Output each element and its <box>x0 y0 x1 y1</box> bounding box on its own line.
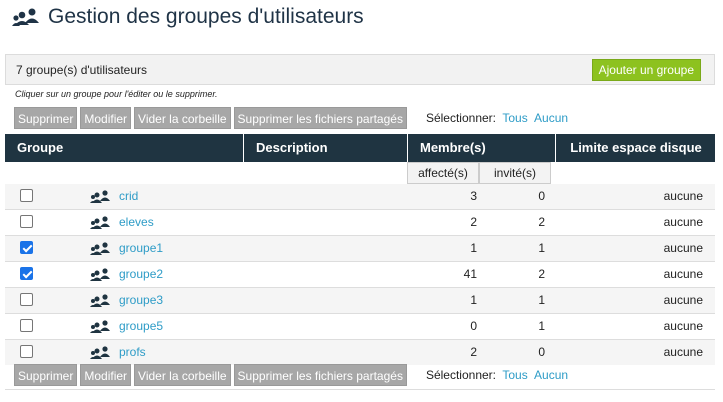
page-title: Gestion des groupes d'utilisateurs <box>48 5 364 28</box>
delete-shared-files-button[interactable]: Supprimer les fichiers partagés <box>233 107 407 129</box>
group-table-body: crid 3 0 aucune eleves 2 2 aucune groupe… <box>5 184 715 365</box>
row-checkbox[interactable] <box>20 345 33 358</box>
subheader-invites: invité(s) <box>479 162 551 184</box>
users-group-icon <box>90 294 110 307</box>
members-assigned: 41 <box>463 267 477 281</box>
delete-button[interactable]: Supprimer <box>14 107 78 129</box>
hint-text: Cliquer sur un groupe pour l'éditer ou l… <box>15 89 218 99</box>
members-assigned: 3 <box>470 189 477 203</box>
page-header: Gestion des groupes d'utilisateurs <box>12 4 364 30</box>
action-bar-top: Supprimer Modifier Vider la corbeille Su… <box>14 107 568 129</box>
users-group-icon <box>90 216 110 229</box>
members-assigned: 2 <box>470 345 477 359</box>
select-controls: Sélectionner: Tous Aucun <box>426 368 568 382</box>
users-group-icon <box>90 346 110 359</box>
table-row: eleves 2 2 aucune <box>5 210 715 236</box>
modify-button[interactable]: Modifier <box>80 107 132 129</box>
select-all-link[interactable]: Tous <box>502 111 527 125</box>
members-invited: 1 <box>538 241 545 255</box>
select-controls: Sélectionner: Tous Aucun <box>426 111 568 125</box>
members-invited: 0 <box>538 345 545 359</box>
row-checkbox[interactable] <box>20 293 33 306</box>
group-name-link[interactable]: groupe1 <box>119 241 163 255</box>
delete-button[interactable]: Supprimer <box>14 364 78 386</box>
members-invited: 2 <box>538 267 545 281</box>
select-label: Sélectionner: <box>425 368 496 382</box>
members-invited: 2 <box>538 215 545 229</box>
members-invited: 0 <box>538 189 545 203</box>
select-all-link[interactable]: Tous <box>502 368 527 382</box>
table-row: groupe2 41 2 aucune <box>5 262 715 288</box>
action-bar-bottom: Supprimer Modifier Vider la corbeille Su… <box>14 364 568 386</box>
members-invited: 1 <box>538 293 545 307</box>
users-group-icon <box>90 320 110 333</box>
group-name-link[interactable]: eleves <box>119 215 154 229</box>
row-checkbox[interactable] <box>20 189 33 202</box>
add-group-button[interactable]: Ajouter un groupe <box>591 59 701 81</box>
group-name-link[interactable]: groupe5 <box>119 319 163 333</box>
bottom-divider <box>5 389 715 390</box>
members-assigned: 0 <box>470 319 477 333</box>
disk-limit: aucune <box>663 319 703 333</box>
disk-limit: aucune <box>663 267 703 281</box>
disk-limit: aucune <box>663 189 703 203</box>
disk-limit: aucune <box>663 293 703 307</box>
members-assigned: 1 <box>470 293 477 307</box>
members-assigned: 2 <box>470 215 477 229</box>
empty-trash-button[interactable]: Vider la corbeille <box>134 107 231 129</box>
row-checkbox[interactable] <box>20 267 33 280</box>
group-name-link[interactable]: crid <box>119 189 138 203</box>
group-name-link[interactable]: groupe2 <box>119 267 163 281</box>
row-checkbox[interactable] <box>20 215 33 228</box>
group-name-link[interactable]: groupe3 <box>119 293 163 307</box>
header-description: Description <box>243 134 420 162</box>
users-group-icon <box>12 8 39 26</box>
disk-limit: aucune <box>663 215 703 229</box>
empty-trash-button[interactable]: Vider la corbeille <box>134 364 231 386</box>
summary-bar: 7 groupe(s) d'utilisateurs Ajouter un gr… <box>5 54 715 85</box>
group-name-link[interactable]: profs <box>119 345 146 359</box>
select-none-link[interactable]: Aucun <box>534 111 568 125</box>
header-groupe: Groupe <box>17 140 64 155</box>
select-none-link[interactable]: Aucun <box>534 368 568 382</box>
table-row: profs 2 0 aucune <box>5 340 715 365</box>
members-assigned: 1 <box>470 241 477 255</box>
table-row: groupe5 0 1 aucune <box>5 314 715 340</box>
members-invited: 1 <box>538 319 545 333</box>
table-row: crid 3 0 aucune <box>5 184 715 210</box>
users-group-icon <box>90 268 110 281</box>
subheader-affectes: affecté(s) <box>407 162 479 184</box>
table-row: groupe3 1 1 aucune <box>5 288 715 314</box>
modify-button[interactable]: Modifier <box>80 364 132 386</box>
disk-limit: aucune <box>663 345 703 359</box>
disk-limit: aucune <box>663 241 703 255</box>
table-header: Groupe Description Membre(s) Limite espa… <box>5 134 715 162</box>
table-row: groupe1 1 1 aucune <box>5 236 715 262</box>
group-count: 7 groupe(s) d'utilisateurs <box>16 63 148 77</box>
row-checkbox[interactable] <box>20 241 33 254</box>
header-limite: Limite espace disque <box>555 134 716 162</box>
select-label: Sélectionner: <box>425 111 496 125</box>
row-checkbox[interactable] <box>20 319 33 332</box>
header-membres: Membre(s) <box>407 134 568 162</box>
users-group-icon <box>90 190 110 203</box>
delete-shared-files-button[interactable]: Supprimer les fichiers partagés <box>233 364 407 386</box>
users-group-icon <box>90 242 110 255</box>
